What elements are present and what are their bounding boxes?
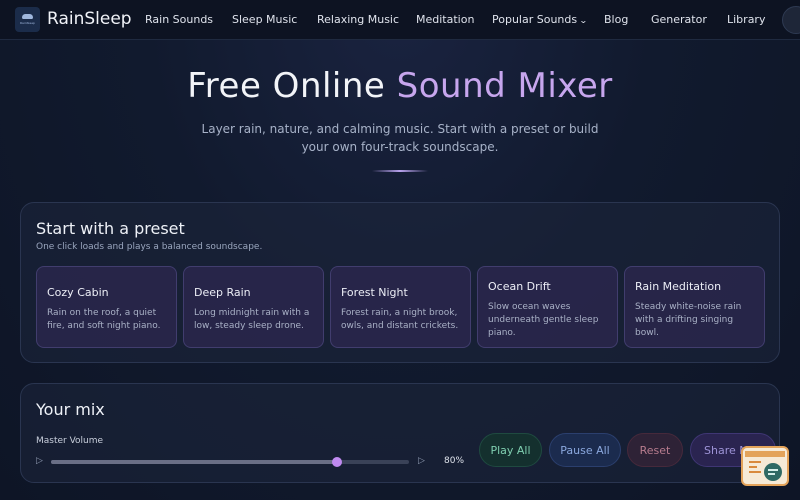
volume-low-icon: ▷ [36,456,43,466]
volume-high-icon: ▷ [418,456,425,466]
preset-panel-title: Start with a preset [36,219,185,238]
top-nav-bar: RainSleep RainSleep Rain Sounds Sleep Mu… [0,0,800,40]
chat-widget-icon[interactable] [741,446,789,486]
preset-desc: Long midnight rain with a low, steady sl… [194,308,310,331]
preset-desc: Steady white-noise rain with a drifting … [635,302,742,338]
preset-card-deep-rain[interactable]: Deep Rain Long midnight rain with a low,… [183,266,324,348]
page-title: Free Online Sound Mixer [0,66,800,106]
nav-item-blog[interactable]: Blog [604,13,628,26]
volume-percent: 80% [444,456,465,466]
preset-name: Deep Rain [194,286,251,299]
brand-name[interactable]: RainSleep [47,9,132,29]
preset-panel: Start with a preset One click loads and … [20,202,780,363]
preset-name: Ocean Drift [488,280,551,293]
master-volume-label: Master Volume [36,436,104,446]
preset-name: Forest Night [341,286,408,299]
master-volume-slider[interactable] [51,457,409,467]
cloud-icon [22,14,33,19]
preset-name: Rain Meditation [635,280,722,293]
nav-item-rain-sounds[interactable]: Rain Sounds [145,13,213,26]
page-title-accent: Sound Mixer [396,66,613,106]
nav-item-generator[interactable]: Generator [651,13,707,26]
logo[interactable]: RainSleep [15,7,40,32]
preset-card-forest-night[interactable]: Forest Night Forest rain, a night brook,… [330,266,471,348]
preset-panel-subtitle: One click loads and plays a balanced sou… [36,242,263,252]
preset-desc: Rain on the roof, a quiet fire, and soft… [47,308,161,331]
nav-item-sleep-music[interactable]: Sleep Music [232,13,297,26]
preset-name: Cozy Cabin [47,286,109,299]
preset-card-ocean-drift[interactable]: Ocean Drift Slow ocean waves underneath … [477,266,618,348]
logo-text: RainSleep [20,21,35,25]
nav-item-popular-sounds[interactable]: Popular Sounds ⌄ [492,13,588,26]
nav-item-popular-sounds-label: Popular Sounds [492,13,578,26]
slider-fill [51,460,338,464]
nav-item-meditation[interactable]: Meditation [416,13,474,26]
preset-desc: Slow ocean waves underneath gentle sleep… [488,302,599,338]
page-title-main: Free Online [187,66,397,106]
slider-thumb[interactable] [332,457,343,467]
nav-item-library[interactable]: Library [727,13,765,26]
preset-desc: Forest rain, a night brook, owls, and di… [341,308,459,331]
preset-card-cozy-cabin[interactable]: Cozy Cabin Rain on the roof, a quiet fir… [36,266,177,348]
mix-panel-title: Your mix [36,400,105,419]
preset-card-rain-meditation[interactable]: Rain Meditation Steady white-noise rain … [624,266,765,348]
nav-item-relaxing-music[interactable]: Relaxing Music [317,13,399,26]
play-all-button[interactable]: Play All [479,433,542,467]
reset-button[interactable]: Reset [627,433,683,467]
page-subtitle: Layer rain, nature, and calming music. S… [201,122,599,154]
chevron-down-icon: ⌄ [579,16,588,25]
title-divider [372,170,428,172]
theme-toggle-button[interactable] [782,6,800,34]
mix-panel: Your mix Master Volume ▷ ▷ 80% Play All … [20,383,780,483]
pause-all-button[interactable]: Pause All [549,433,621,467]
